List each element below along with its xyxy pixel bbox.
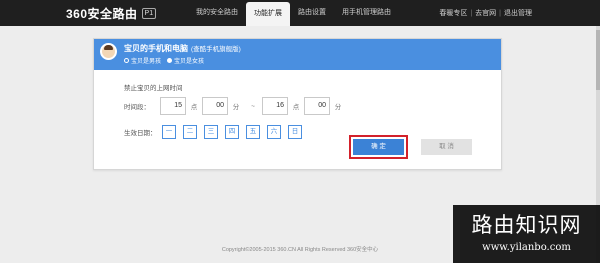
card-title-text: 宝贝的手机和电脑 [124, 44, 188, 53]
watermark-title: 路由知识网 [471, 213, 582, 237]
nav-router-settings[interactable]: 路由设置 [290, 0, 334, 26]
radio-unchecked-icon [124, 58, 129, 63]
link-logout[interactable]: 退出管理 [504, 8, 532, 18]
section-label: 禁止宝贝的上网时间 [124, 85, 183, 92]
day-toggle-sun[interactable]: 日 [288, 125, 302, 139]
scrollbar-thumb[interactable] [596, 30, 600, 90]
link-divider: | [470, 9, 473, 17]
minute-unit: 分 [232, 104, 240, 111]
brand-logo[interactable]: 360安全路由 P1 [66, 5, 157, 22]
end-hour-input[interactable]: 16 [262, 97, 288, 115]
link-spring-zone[interactable]: 春暖专区 [439, 8, 467, 18]
nav-mobile-manage[interactable]: 用手机管理路由 [334, 0, 399, 26]
minute-unit: 分 [334, 104, 342, 111]
start-minute-input[interactable]: 00 [202, 97, 228, 115]
confirm-button[interactable]: 确 定 [353, 139, 404, 155]
main-nav: 我的安全路由 功能扩展 路由设置 用手机管理路由 [188, 0, 399, 26]
time-range-label: 时间段： [124, 104, 150, 111]
model-badge: P1 [141, 8, 157, 19]
child-device-card: 宝贝的手机和电脑 (查酷手机旗舰版) 宝贝是男孩 宝贝是女孩 禁止宝贝的上网时间 … [93, 38, 502, 170]
card-header: 宝贝的手机和电脑 (查酷手机旗舰版) 宝贝是男孩 宝贝是女孩 [94, 39, 501, 70]
child-avatar-icon [100, 43, 117, 60]
watermark-url: www.yilanbo.com [482, 242, 571, 253]
day-toggle-tue[interactable]: 二 [183, 125, 197, 139]
gender-radio-group: 宝贝是男孩 宝贝是女孩 [124, 56, 204, 65]
end-minute-input[interactable]: 00 [304, 97, 330, 115]
card-title-sub: (查酷手机旗舰版) [191, 46, 241, 53]
range-separator: ~ [251, 102, 255, 110]
day-toggle-fri[interactable]: 五 [246, 125, 260, 139]
hour-unit: 点 [292, 104, 300, 111]
top-links: 春暖专区 | 去官网 | 退出管理 [439, 0, 532, 26]
nav-extensions[interactable]: 功能扩展 [246, 2, 290, 26]
card-title: 宝贝的手机和电脑 (查酷手机旗舰版) [124, 43, 241, 54]
day-toggle-wed[interactable]: 三 [204, 125, 218, 139]
radio-boy-label: 宝贝是男孩 [131, 59, 162, 65]
link-divider: | [499, 9, 501, 17]
radio-girl-label: 宝贝是女孩 [174, 59, 205, 65]
link-official-site[interactable]: 去官网 [475, 8, 496, 18]
effective-days-label: 生效日期： [124, 130, 157, 137]
radio-boy[interactable]: 宝贝是男孩 [124, 56, 161, 65]
radio-checked-icon [167, 58, 173, 63]
hour-unit: 点 [190, 104, 198, 111]
day-toggle-mon[interactable]: 一 [162, 125, 176, 139]
site-watermark: 路由知识网 www.yilanbo.com [453, 205, 600, 263]
top-nav-bar: 360安全路由 P1 我的安全路由 功能扩展 路由设置 用手机管理路由 春暖专区… [0, 0, 600, 26]
radio-girl[interactable]: 宝贝是女孩 [167, 56, 204, 65]
day-toggle-sat[interactable]: 六 [267, 125, 281, 139]
nav-my-router[interactable]: 我的安全路由 [188, 0, 246, 26]
day-toggle-thu[interactable]: 四 [225, 125, 239, 139]
time-range-row: 时间段： 15 点 00 分 ~ 16 点 00 分 [124, 97, 346, 115]
brand-name: 360安全路由 [66, 7, 138, 21]
effective-days-row: 生效日期： 一 二 三 四 五 六 日 [124, 125, 309, 139]
cancel-button[interactable]: 取 消 [421, 139, 472, 155]
start-hour-input[interactable]: 15 [160, 97, 186, 115]
